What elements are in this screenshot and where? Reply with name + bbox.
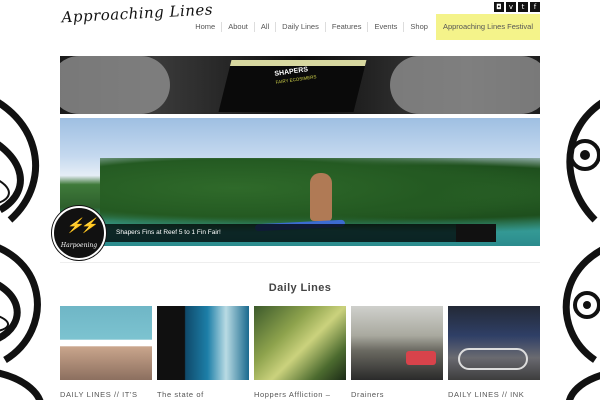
- post-thumbnail[interactable]: [60, 306, 152, 380]
- main-nav: Home About All Daily Lines Features Even…: [189, 14, 540, 40]
- post-thumbnail[interactable]: [157, 306, 249, 380]
- lightning-icon: ⚡⚡: [66, 218, 98, 234]
- post-title[interactable]: The state of: [157, 390, 249, 399]
- thumbnail-bike: [458, 348, 528, 370]
- hero-caption-bar[interactable]: Shapers Fins at Reef 5 to 1 Fin Fair!: [104, 224, 496, 242]
- hero-caption[interactable]: Shapers Fins at Reef 5 to 1 Fin Fair!: [116, 229, 221, 236]
- nav-daily-lines[interactable]: Daily Lines: [275, 22, 325, 32]
- hero-caption-thumbnail[interactable]: [456, 224, 496, 242]
- advert-banner[interactable]: SHAPERS FAIRY ECOSIMERS: [60, 56, 540, 114]
- badge-label: Harpoening: [60, 242, 98, 249]
- post-thumbnail[interactable]: [351, 306, 443, 380]
- post-title[interactable]: Drainers: [351, 390, 443, 399]
- instagram-icon[interactable]: ◘: [494, 2, 504, 12]
- section-divider: [60, 262, 540, 263]
- banner-hand-right: [390, 56, 540, 114]
- facebook-icon[interactable]: f: [530, 2, 540, 12]
- page-content: Approaching Lines ◘ v t f Home About All…: [52, 0, 540, 400]
- right-decorative-swirl: [555, 70, 600, 400]
- post-title[interactable]: Hoppers Affliction –: [254, 390, 346, 399]
- hero-surfer: [310, 173, 332, 221]
- nav-events[interactable]: Events: [367, 22, 403, 32]
- post-thumbnail[interactable]: [254, 306, 346, 380]
- post-card[interactable]: The state of: [157, 306, 249, 399]
- nav-home[interactable]: Home: [189, 22, 221, 32]
- post-title[interactable]: DAILY LINES // INK: [448, 390, 540, 399]
- post-card[interactable]: DAILY LINES // INK: [448, 306, 540, 399]
- social-links: ◘ v t f: [494, 2, 540, 12]
- post-card[interactable]: Hoppers Affliction –: [254, 306, 346, 399]
- nav-shop[interactable]: Shop: [403, 22, 434, 32]
- banner-hand-left: [60, 56, 170, 114]
- section-title: Daily Lines: [268, 282, 332, 294]
- left-decorative-swirl: [0, 70, 60, 400]
- nav-all[interactable]: All: [253, 22, 275, 32]
- post-thumbnail[interactable]: [448, 306, 540, 380]
- hero-slider[interactable]: Shapers Fins at Reef 5 to 1 Fin Fair!: [60, 118, 540, 246]
- thumbnail-accent: [406, 351, 436, 365]
- site-logo[interactable]: Approaching Lines: [61, 0, 213, 45]
- nav-about[interactable]: About: [221, 22, 254, 32]
- thumbnail-divider: [60, 342, 152, 346]
- vimeo-icon[interactable]: v: [506, 2, 516, 12]
- daily-lines-grid: DAILY LINES // IT'S The state of Hoppers…: [60, 306, 540, 399]
- post-card[interactable]: DAILY LINES // IT'S: [60, 306, 152, 399]
- twitter-icon[interactable]: t: [518, 2, 528, 12]
- post-card[interactable]: Drainers: [351, 306, 443, 399]
- post-title[interactable]: DAILY LINES // IT'S: [60, 390, 152, 399]
- harpoening-badge[interactable]: ⚡⚡ Harpoening: [52, 206, 106, 260]
- nav-festival-button[interactable]: Approaching Lines Festival: [435, 14, 540, 40]
- nav-features[interactable]: Features: [324, 22, 368, 32]
